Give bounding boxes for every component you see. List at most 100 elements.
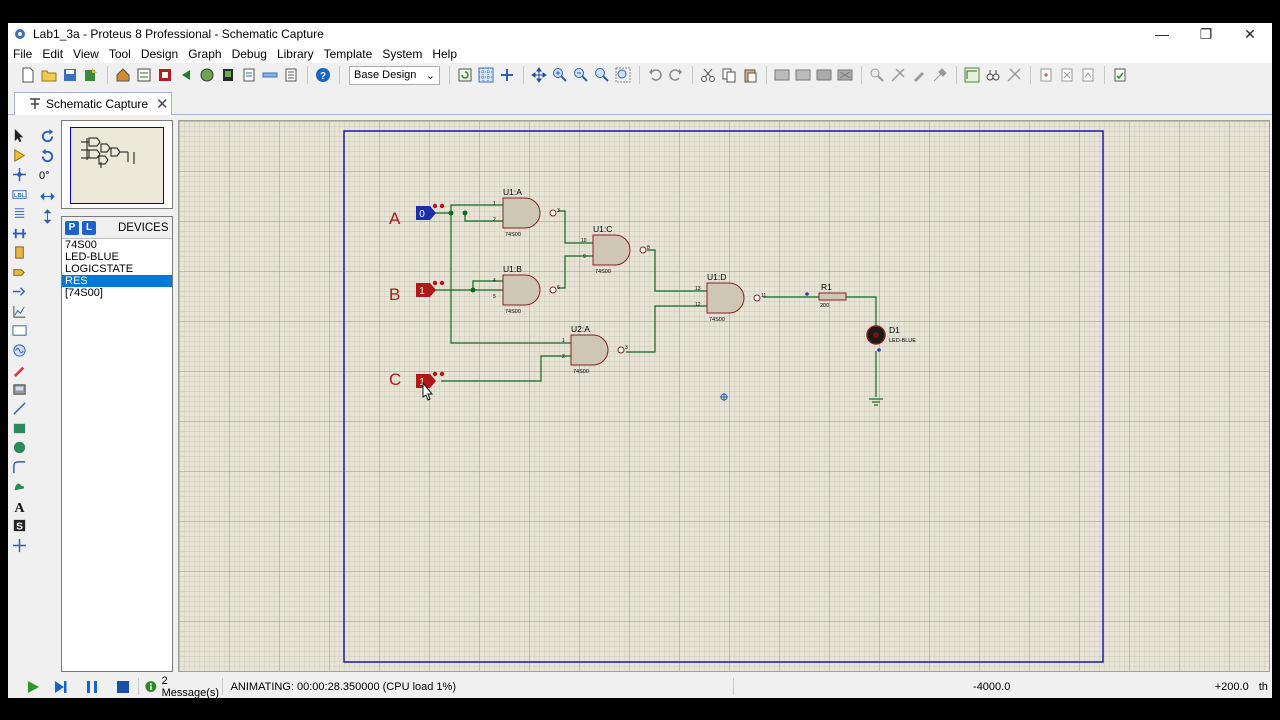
project-notes-icon[interactable]	[260, 65, 280, 85]
pan-icon[interactable]	[529, 65, 549, 85]
text-script-icon[interactable]	[8, 204, 30, 224]
circle-tool-icon[interactable]	[8, 438, 30, 458]
gate-u1a[interactable]: U1:A 74S00 1 2 3	[493, 187, 560, 238]
logicstate-b[interactable]: 1	[416, 280, 445, 297]
help-icon[interactable]: ?	[313, 65, 333, 85]
buses-icon[interactable]	[8, 224, 30, 244]
tab-schematic-capture[interactable]: Schematic Capture ✕	[14, 92, 172, 115]
line-tool-icon[interactable]	[8, 399, 30, 419]
device-item-74s00-bracket[interactable]: [74S00]	[62, 287, 172, 299]
make-device-icon[interactable]	[888, 65, 908, 85]
origin-icon[interactable]	[497, 65, 517, 85]
terminals-icon[interactable]	[8, 263, 30, 283]
gate-u1b[interactable]: U1:B 74S00 4 5 6	[493, 264, 560, 315]
schematic-icon[interactable]	[134, 65, 154, 85]
device-item-res[interactable]: RES	[62, 275, 172, 287]
packaging-tool-icon[interactable]	[909, 65, 929, 85]
cut-icon[interactable]	[698, 65, 718, 85]
menu-file[interactable]: File	[8, 47, 37, 61]
junction-dot-icon[interactable]	[8, 165, 30, 185]
save-icon[interactable]	[60, 65, 80, 85]
new-sheet-icon[interactable]	[1036, 65, 1056, 85]
pick-devices-button[interactable]: P	[65, 220, 79, 235]
gerber-icon[interactable]	[176, 65, 196, 85]
base-design-select[interactable]: Base Design ⌄	[349, 65, 440, 85]
device-pins-icon[interactable]	[8, 282, 30, 302]
box-tool-icon[interactable]	[8, 419, 30, 439]
stop-button[interactable]	[107, 680, 138, 694]
component-mode-icon[interactable]	[8, 146, 30, 166]
text-tool-icon[interactable]: A	[8, 497, 30, 517]
graph-mode-icon[interactable]	[8, 302, 30, 322]
pick-device-icon[interactable]	[867, 65, 887, 85]
menu-design[interactable]: Design	[136, 47, 183, 61]
zoom-area-icon[interactable]	[613, 65, 633, 85]
minimize-button[interactable]: —	[1140, 23, 1184, 45]
device-item-74s00[interactable]: 74S00	[62, 239, 172, 251]
rotation-angle[interactable]: 0°	[37, 166, 59, 186]
marker-tool-icon[interactable]	[8, 536, 30, 556]
menu-help[interactable]: Help	[427, 47, 462, 61]
refresh-icon[interactable]	[455, 65, 475, 85]
menu-debug[interactable]: Debug	[227, 47, 272, 61]
zoom-all-icon[interactable]	[592, 65, 612, 85]
maximize-button[interactable]: ❐	[1184, 23, 1228, 45]
led-d1[interactable]: D1 LED-BLUE	[866, 325, 916, 352]
resistor-r1[interactable]: R1 200	[805, 282, 847, 309]
electrical-rule-check-icon[interactable]	[1110, 65, 1130, 85]
home-icon[interactable]	[113, 65, 133, 85]
block-copy-icon[interactable]	[772, 65, 792, 85]
play-button[interactable]	[20, 680, 46, 694]
search-tag-icon[interactable]	[983, 65, 1003, 85]
device-item-led-blue[interactable]: LED-BLUE	[62, 251, 172, 263]
voltage-probe-icon[interactable]	[8, 360, 30, 380]
mirror-horizontal-icon[interactable]	[37, 186, 57, 206]
menu-library[interactable]: Library	[272, 47, 319, 61]
rotate-clockwise-icon[interactable]	[37, 126, 57, 146]
symbol-tool-icon[interactable]: S	[8, 516, 30, 536]
step-button[interactable]	[46, 680, 77, 694]
gate-u2a[interactable]: U2:A 74S00 1 2 3	[562, 324, 628, 375]
virtual-instruments-icon[interactable]	[8, 380, 30, 400]
undo-icon[interactable]	[645, 65, 665, 85]
exit-to-parent-icon[interactable]	[1078, 65, 1098, 85]
menu-system[interactable]: System	[377, 47, 427, 61]
logicstate-c[interactable]: 1	[416, 371, 445, 388]
menu-edit[interactable]: Edit	[37, 47, 68, 61]
block-rotate-icon[interactable]	[814, 65, 834, 85]
subcircuit-icon[interactable]	[8, 243, 30, 263]
arc-tool-icon[interactable]	[8, 458, 30, 478]
generator-icon[interactable]	[8, 341, 30, 361]
remove-sheet-icon[interactable]	[1057, 65, 1077, 85]
zoom-out-icon[interactable]	[571, 65, 591, 85]
menu-graph[interactable]: Graph	[183, 47, 226, 61]
source-code-icon[interactable]	[239, 65, 259, 85]
new-file-icon[interactable]	[18, 65, 38, 85]
gate-u1d[interactable]: U1:D 74S00 13 12 11	[695, 272, 766, 323]
mirror-vertical-icon[interactable]	[37, 206, 57, 226]
selection-mode-icon[interactable]	[8, 126, 30, 146]
paste-icon[interactable]	[740, 65, 760, 85]
design-explorer-icon[interactable]	[281, 65, 301, 85]
pause-button[interactable]	[77, 680, 108, 694]
decompose-icon[interactable]	[930, 65, 950, 85]
pcb-layout-icon[interactable]	[155, 65, 175, 85]
tape-recorder-icon[interactable]	[8, 321, 30, 341]
menu-template[interactable]: Template	[319, 47, 378, 61]
library-manager-button[interactable]: L	[82, 220, 96, 235]
wire-autorouter-icon[interactable]	[962, 65, 982, 85]
messages-indicator[interactable]: 2 Message(s)	[139, 675, 222, 699]
block-move-icon[interactable]	[793, 65, 813, 85]
menu-tool[interactable]: Tool	[104, 47, 136, 61]
property-assign-icon[interactable]	[1004, 65, 1024, 85]
path-tool-icon[interactable]	[8, 477, 30, 497]
tab-close-icon[interactable]: ✕	[156, 95, 169, 113]
schematic-canvas[interactable]: A B C 0 1 1 U1:A 74S00 1 2 3 U1:B 74S00 …	[178, 120, 1270, 672]
redo-icon[interactable]	[666, 65, 686, 85]
gate-u1c[interactable]: U1:C 74S00 10 9 8	[581, 224, 650, 275]
wire-label-icon[interactable]: LBL	[8, 185, 30, 205]
logicstate-a[interactable]: 0	[416, 203, 445, 220]
3d-viewer-icon[interactable]	[197, 65, 217, 85]
zoom-in-icon[interactable]	[550, 65, 570, 85]
rotate-anticlockwise-icon[interactable]	[37, 146, 57, 166]
